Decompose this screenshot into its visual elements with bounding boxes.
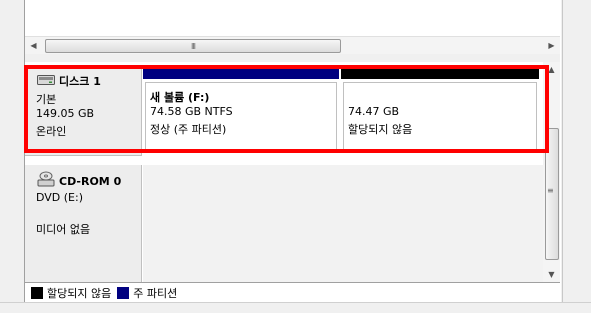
partition-status: 정상 (주 파티션): [150, 123, 227, 136]
right-gutter: [561, 0, 591, 308]
disk-name: 디스크 1: [59, 75, 101, 88]
volume-list: [25, 0, 560, 36]
partition-body[interactable]: 새 볼륨 (F:) 74.58 GB NTFS 정상 (주 파티션): [145, 82, 337, 151]
partition-bar-unallocated: [341, 66, 539, 79]
cdrom-empty-area: [143, 165, 543, 282]
hard-disk-icon: [37, 75, 55, 85]
partition-unallocated[interactable]: 74.47 GB 할당되지 않음: [341, 66, 539, 155]
right-divider: [562, 0, 563, 308]
disk-name: CD-ROM 0: [59, 175, 122, 188]
scroll-grip-icon: III: [190, 41, 196, 51]
disk-row-disk1: 디스크 1 기본 149.05 GB 온라인 새 볼륨 (F:) 74.58 G…: [25, 66, 543, 156]
scroll-down-arrow-icon[interactable]: ▼: [543, 267, 560, 282]
legend-swatch-primary: [117, 287, 130, 299]
partition-size: 74.47 GB: [348, 105, 400, 118]
disk-size: 149.05 GB: [36, 107, 95, 120]
scroll-right-arrow-icon[interactable]: ▶: [543, 37, 560, 54]
disk-media: 미디어 없음: [36, 223, 91, 236]
legend-label-unallocated: 할당되지 않음: [47, 287, 112, 300]
partition-f[interactable]: 새 볼륨 (F:) 74.58 GB NTFS 정상 (주 파티션): [143, 66, 339, 155]
horizontal-scrollbar[interactable]: ◀ III ▶: [25, 36, 560, 55]
legend-swatch-unallocated: [31, 287, 43, 299]
disk-label-disk1[interactable]: 디스크 1 기본 149.05 GB 온라인: [25, 66, 142, 156]
disk-row-cdrom0: CD-ROM 0 DVD (E:) 미디어 없음: [25, 165, 543, 283]
scroll-left-arrow-icon[interactable]: ◀: [25, 37, 42, 54]
partition-bar-primary: [143, 66, 339, 79]
partition-size: 74.58 GB NTFS: [150, 105, 233, 118]
pane-splitter[interactable]: [25, 54, 560, 62]
disk-type: 기본: [36, 93, 57, 106]
partition-status: 할당되지 않음: [348, 123, 413, 136]
vertical-scrollbar[interactable]: ▲ ≡ ▼: [543, 62, 560, 282]
status-bar: [0, 302, 591, 313]
disk-status: 온라인: [36, 125, 67, 138]
disk-type: DVD (E:): [36, 191, 84, 204]
scroll-grip-icon: ≡: [547, 186, 554, 195]
scroll-up-arrow-icon[interactable]: ▲: [543, 62, 560, 77]
legend-label-primary: 주 파티션: [133, 287, 178, 300]
disk-map: 디스크 1 기본 149.05 GB 온라인 새 볼륨 (F:) 74.58 G…: [25, 62, 543, 283]
cdrom-icon: [37, 171, 55, 187]
legend: 할당되지 않음 주 파티션: [25, 282, 560, 303]
horizontal-scroll-thumb[interactable]: III: [45, 39, 341, 53]
disk-label-cdrom0[interactable]: CD-ROM 0 DVD (E:) 미디어 없음: [25, 165, 142, 283]
partition-body[interactable]: 74.47 GB 할당되지 않음: [343, 82, 537, 151]
partition-title: 새 볼륨 (F:): [150, 91, 210, 104]
